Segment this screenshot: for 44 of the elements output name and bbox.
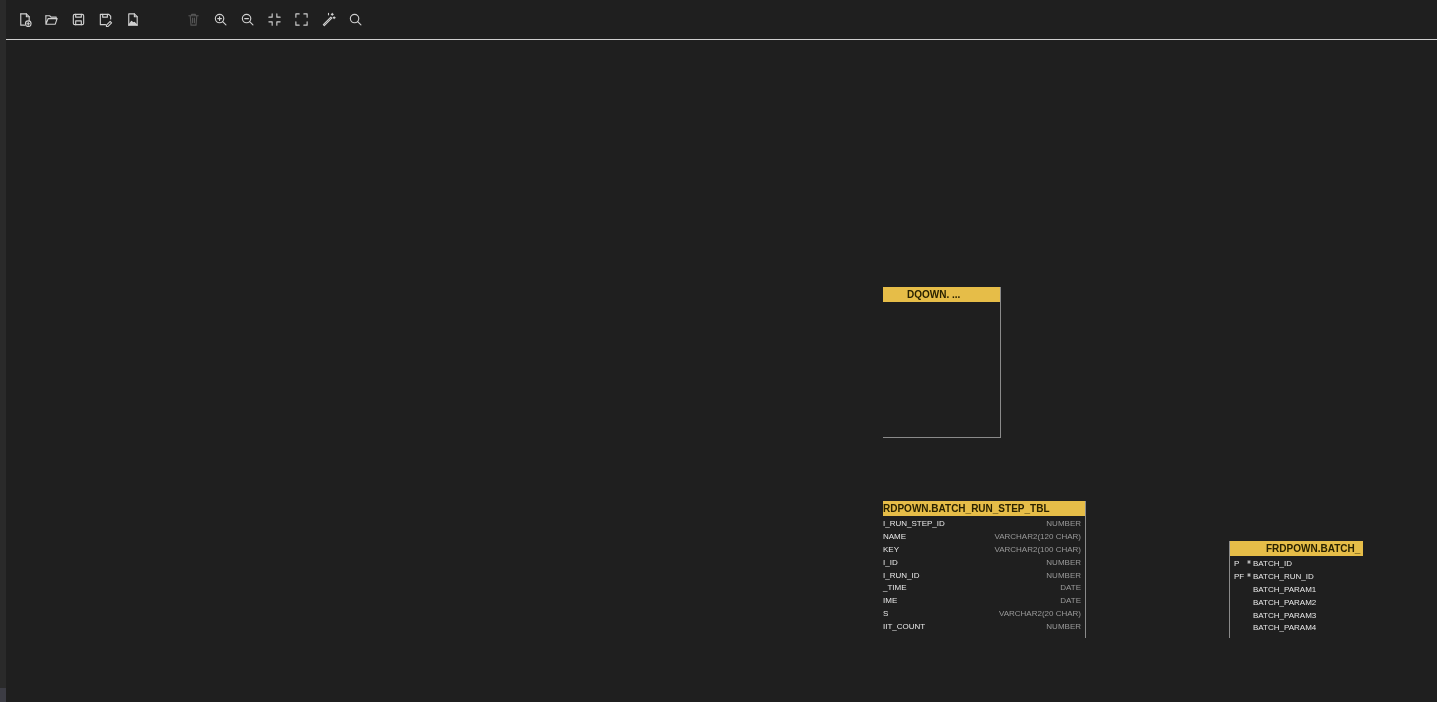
- collapse-corners-button[interactable]: [265, 10, 284, 29]
- column-name: BATCH_PARAM3: [1253, 609, 1317, 622]
- zoom-out-icon: [240, 12, 255, 27]
- save-edit-icon: [98, 12, 113, 27]
- column-name: I_ID: [883, 556, 898, 569]
- column-type: NUMBER: [1046, 556, 1081, 569]
- image-file-icon: [125, 12, 140, 27]
- column-type: VARCHAR2(120 CHAR): [994, 531, 1081, 544]
- column-name: BATCH_PARAM2: [1253, 596, 1317, 609]
- column-name: BATCH_PARAM1: [1253, 584, 1317, 596]
- key-label: P: [1234, 558, 1241, 571]
- column-name: I_RUN_ID: [883, 569, 920, 582]
- trash-icon: [186, 12, 201, 27]
- column-name: I_RUN_STEP_ID: [883, 518, 945, 531]
- column-name: KEY: [883, 544, 899, 556]
- table-title: DQOWN. ...: [883, 287, 1000, 302]
- column-type: VARCHAR2(100 CHAR): [994, 544, 1081, 556]
- expand-corners-icon: [294, 12, 309, 27]
- new-file-icon: [17, 12, 32, 27]
- column-type: NUMBER: [1046, 569, 1081, 582]
- expand-corners-button[interactable]: [292, 10, 311, 29]
- save-icon: [71, 12, 86, 27]
- key-label: PF: [1234, 571, 1246, 584]
- search-icon: [348, 12, 363, 27]
- column-name: IIT_COUNT: [883, 620, 926, 633]
- column-name: S: [883, 607, 889, 620]
- table-title: FRDPOWN.BATCH_: [1230, 541, 1363, 556]
- column-name: _TIME: [883, 582, 907, 595]
- column-type: DATE: [1060, 582, 1081, 595]
- column-type: VARCHAR2(20 CHAR): [998, 607, 1081, 620]
- column-name: BATCH_RUN_ID: [1253, 571, 1314, 584]
- column-name: BATCH_PARAM4: [1253, 622, 1317, 635]
- folder-icon: [44, 12, 59, 27]
- column-name: IME: [883, 595, 898, 608]
- table-title: RDPOWN.BATCH_RUN_STEP_TBL: [883, 501, 1085, 516]
- column-type: DATE: [1060, 595, 1081, 608]
- column-name: BATCH_ID: [1253, 558, 1292, 571]
- scroll-handle[interactable]: [0, 688, 6, 702]
- magic-wand-icon: [321, 12, 336, 27]
- column-type: NUMBER: [1046, 518, 1081, 531]
- column-type: NUMBER: [1046, 620, 1081, 633]
- zoom-in-icon: [213, 12, 228, 27]
- column-name: NAME: [883, 531, 907, 544]
- collapse-corners-icon: [267, 12, 282, 27]
